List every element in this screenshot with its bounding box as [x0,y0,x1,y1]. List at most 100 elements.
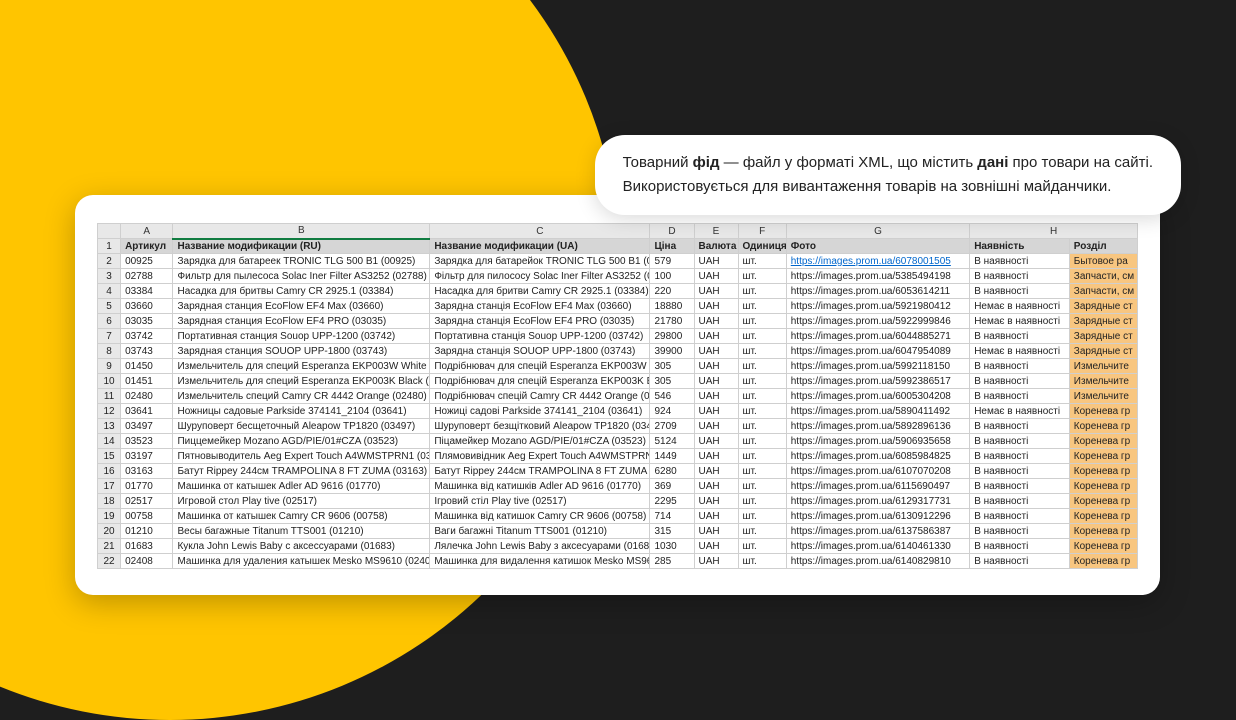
cell-name-ru[interactable]: Машинка от катышек Camry CR 9606 (00758) [173,509,430,524]
cell-name-ru[interactable]: Зарядная станция EcoFlow EF4 PRO (03035) [173,314,430,329]
row-number[interactable]: 8 [98,344,121,359]
cell-unit[interactable]: шт. [738,464,786,479]
cell-currency[interactable]: UAH [694,554,738,569]
cell-availability[interactable]: В наявності [970,479,1070,494]
col-header-C[interactable]: C [430,224,650,239]
cell-availability[interactable]: В наявності [970,329,1070,344]
cell-section[interactable]: Коренева гр [1069,404,1137,419]
cell-price[interactable]: 315 [650,524,694,539]
corner-cell[interactable] [98,224,121,239]
cell-name-ua[interactable]: Ваги багажні Titanum TTS001 (01210) [430,524,650,539]
cell-photo[interactable]: https://images.prom.ua/5385494198 [786,269,969,284]
cell-photo[interactable]: https://images.prom.ua/5992118150 [786,359,969,374]
cell-price[interactable]: 2295 [650,494,694,509]
cell-price[interactable]: 5124 [650,434,694,449]
cell-name-ru[interactable]: Машинка для удаления катышек Mesko MS961… [173,554,430,569]
cell-photo[interactable]: https://images.prom.ua/6115690497 [786,479,969,494]
cell-section[interactable]: Коренева гр [1069,539,1137,554]
col-header-B[interactable]: B [173,224,430,239]
cell-name-ua[interactable]: Фільтр для пилососу Solac Iner Filter AS… [430,269,650,284]
cell-currency[interactable]: UAH [694,299,738,314]
cell-price[interactable]: 100 [650,269,694,284]
cell-price[interactable]: 21780 [650,314,694,329]
cell-section[interactable]: Запчасти, см [1069,284,1137,299]
cell-photo[interactable]: https://images.prom.ua/6044885271 [786,329,969,344]
cell-photo[interactable]: https://images.prom.ua/6047954089 [786,344,969,359]
hdr-name-ua[interactable]: Название модификации (UA) [430,239,650,254]
cell-availability[interactable]: Немає в наявності [970,344,1070,359]
cell-currency[interactable]: UAH [694,464,738,479]
cell-photo[interactable]: https://images.prom.ua/6140461330 [786,539,969,554]
cell-article[interactable]: 03641 [121,404,173,419]
col-header-F[interactable]: F [738,224,786,239]
cell-availability[interactable]: В наявності [970,254,1070,269]
cell-section[interactable]: Зарядные ст [1069,299,1137,314]
cell-currency[interactable]: UAH [694,419,738,434]
col-header-G[interactable]: G [786,224,969,239]
hdr-unit[interactable]: Одиниця [738,239,786,254]
cell-price[interactable]: 220 [650,284,694,299]
cell-unit[interactable]: шт. [738,524,786,539]
cell-name-ru[interactable]: Батут Rippey 244см TRAMPOLINA 8 FT ZUMA … [173,464,430,479]
cell-currency[interactable]: UAH [694,509,738,524]
cell-unit[interactable]: шт. [738,449,786,464]
col-header-E[interactable]: E [694,224,738,239]
cell-section[interactable]: Коренева гр [1069,554,1137,569]
row-number[interactable]: 6 [98,314,121,329]
cell-name-ua[interactable]: Зарядка для батарейок TRONIC TLG 500 B1 … [430,254,650,269]
cell-name-ua[interactable]: Машинка для видалення катишок Mesko MS96… [430,554,650,569]
cell-price[interactable]: 285 [650,554,694,569]
cell-availability[interactable]: В наявності [970,464,1070,479]
cell-name-ua[interactable]: Портативна станція Souop UPP-1200 (03742… [430,329,650,344]
hdr-section[interactable]: Розділ [1069,239,1137,254]
cell-article[interactable]: 03384 [121,284,173,299]
cell-article[interactable]: 03497 [121,419,173,434]
cell-article[interactable]: 02408 [121,554,173,569]
cell-price[interactable]: 6280 [650,464,694,479]
cell-currency[interactable]: UAH [694,434,738,449]
cell-section[interactable]: Измельчите [1069,389,1137,404]
cell-name-ru[interactable]: Насадка для бритвы Camry CR 2925.1 (0338… [173,284,430,299]
cell-price[interactable]: 546 [650,389,694,404]
cell-availability[interactable]: В наявності [970,374,1070,389]
row-number[interactable]: 20 [98,524,121,539]
cell-article[interactable]: 01770 [121,479,173,494]
cell-photo[interactable]: https://images.prom.ua/5890411492 [786,404,969,419]
cell-currency[interactable]: UAH [694,389,738,404]
cell-photo[interactable]: https://images.prom.ua/6053614211 [786,284,969,299]
cell-name-ua[interactable]: Піцамейкер Mozano AGD/PIE/01#CZA (03523) [430,434,650,449]
cell-name-ua[interactable]: Подрібнювач для спецій Esperanza EKP003K… [430,374,650,389]
cell-currency[interactable]: UAH [694,449,738,464]
row-number[interactable]: 16 [98,464,121,479]
cell-availability[interactable]: В наявності [970,554,1070,569]
cell-unit[interactable]: шт. [738,254,786,269]
cell-name-ua[interactable]: Ножиці садові Parkside 374141_2104 (0364… [430,404,650,419]
cell-price[interactable]: 39900 [650,344,694,359]
cell-section[interactable]: Зарядные ст [1069,314,1137,329]
cell-article[interactable]: 03035 [121,314,173,329]
row-number[interactable]: 4 [98,284,121,299]
cell-availability[interactable]: Немає в наявності [970,299,1070,314]
cell-price[interactable]: 714 [650,509,694,524]
cell-price[interactable]: 369 [650,479,694,494]
cell-photo[interactable]: https://images.prom.ua/5892896136 [786,419,969,434]
cell-unit[interactable]: шт. [738,284,786,299]
cell-unit[interactable]: шт. [738,404,786,419]
cell-currency[interactable]: UAH [694,314,738,329]
cell-article[interactable]: 00925 [121,254,173,269]
cell-unit[interactable]: шт. [738,479,786,494]
cell-name-ua[interactable]: Машинка від катишків Adler AD 9616 (0177… [430,479,650,494]
cell-photo[interactable]: https://images.prom.ua/6140829810 [786,554,969,569]
cell-photo[interactable]: https://images.prom.ua/6078001505 [786,254,969,269]
cell-unit[interactable]: шт. [738,419,786,434]
cell-availability[interactable]: В наявності [970,539,1070,554]
cell-availability[interactable]: В наявності [970,449,1070,464]
cell-name-ru[interactable]: Зарядная станция EcoFlow EF4 Max (03660) [173,299,430,314]
cell-name-ua[interactable]: Насадка для бритви Camry CR 2925.1 (0338… [430,284,650,299]
cell-article[interactable]: 01210 [121,524,173,539]
cell-price[interactable]: 1449 [650,449,694,464]
cell-section[interactable]: Измельчите [1069,359,1137,374]
cell-price[interactable]: 579 [650,254,694,269]
cell-article[interactable]: 00758 [121,509,173,524]
cell-name-ru[interactable]: Шуруповерт бесщеточный Aleapow TP1820 (0… [173,419,430,434]
